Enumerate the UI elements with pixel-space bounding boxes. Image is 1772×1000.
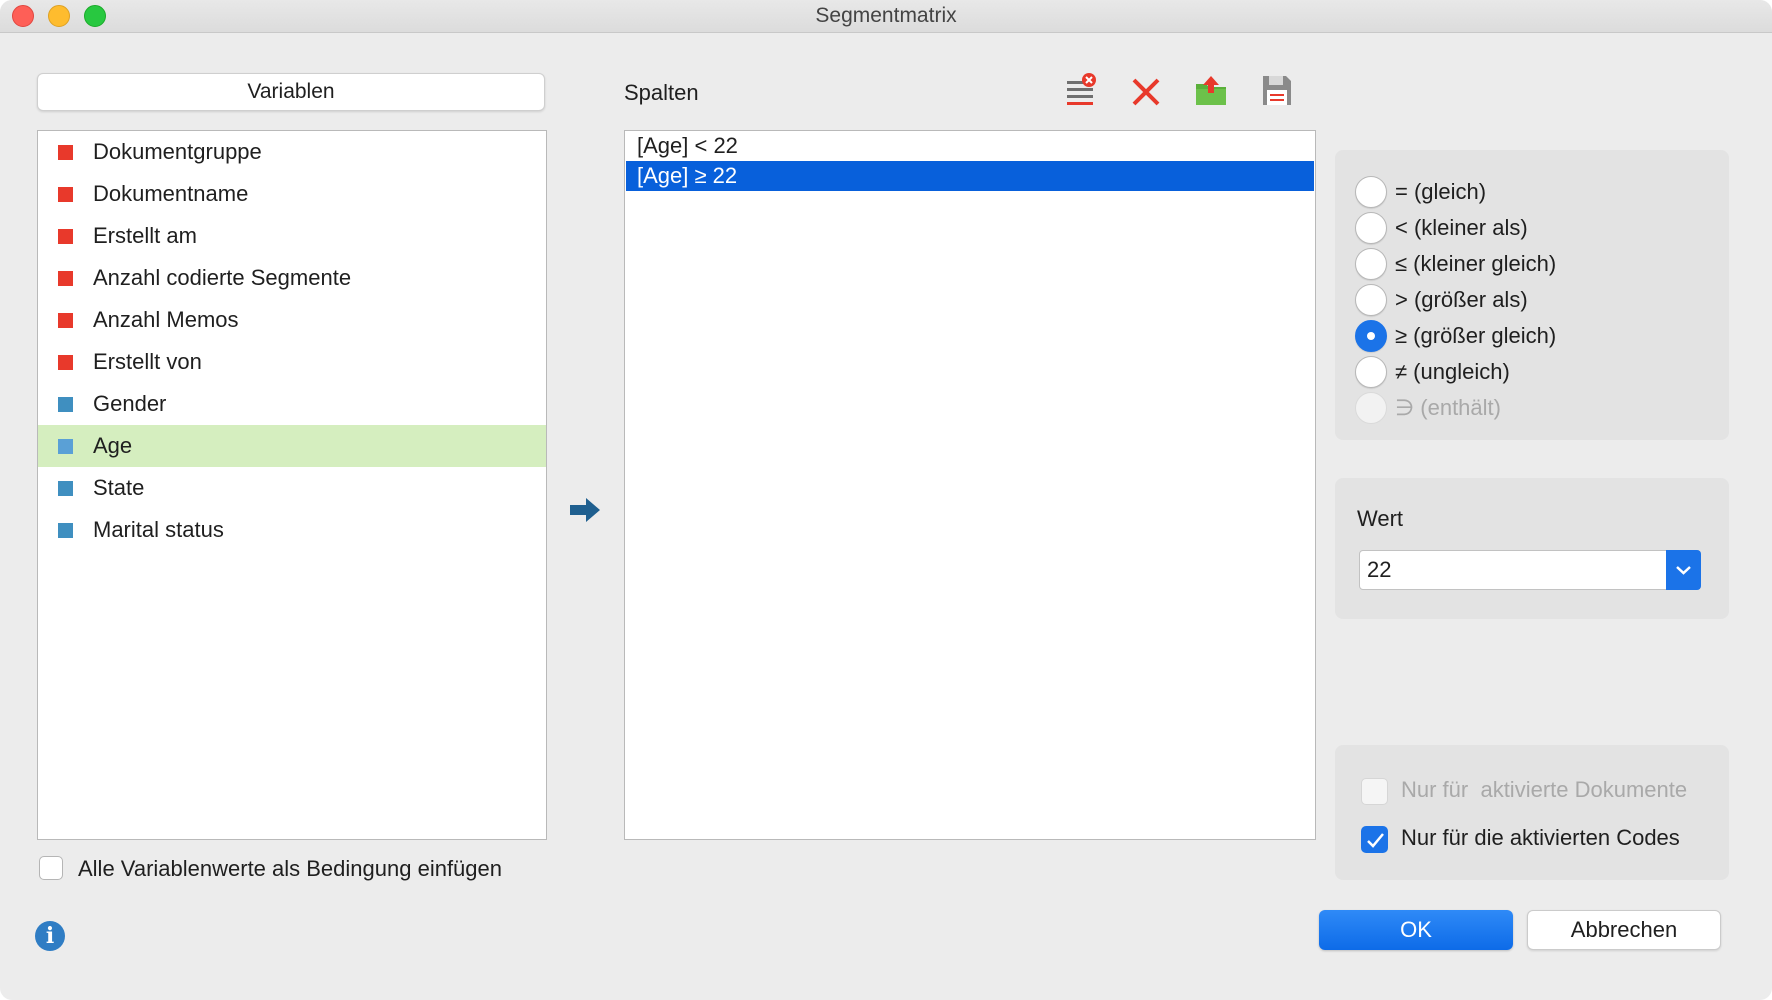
cancel-button[interactable]: Abbrechen: [1527, 910, 1721, 950]
operator-label: ∋ (enthält): [1395, 395, 1501, 420]
variable-color-swatch: [58, 397, 73, 412]
variable-label: Anzahl codierte Segmente: [93, 265, 352, 290]
operator-equal-radio[interactable]: [1355, 176, 1387, 208]
export-icon[interactable]: [1194, 72, 1228, 108]
value-panel: Wert 22: [1335, 478, 1729, 619]
variable-item[interactable]: Erstellt am: [38, 215, 546, 257]
segmentmatrix-dialog: Segmentmatrix Variablen Dokumentgruppe D…: [0, 0, 1772, 1000]
variable-item[interactable]: Anzahl codierte Segmente: [38, 257, 546, 299]
clear-list-icon[interactable]: [1064, 72, 1098, 108]
variable-label: Age: [93, 433, 133, 458]
variable-label: Gender: [93, 391, 167, 416]
operator-label: = (gleich): [1395, 179, 1487, 204]
variable-item[interactable]: Dokumentname: [38, 173, 546, 215]
variable-label: Marital status: [93, 517, 224, 542]
operator-not-equal-radio[interactable]: [1355, 356, 1387, 388]
only-activated-codes-label: Nur für die aktivierten Codes: [1401, 825, 1680, 850]
variables-list[interactable]: Dokumentgruppe Dokumentname Erstellt am …: [37, 130, 547, 840]
variable-color-swatch: [58, 481, 73, 496]
value-combobox[interactable]: 22: [1359, 550, 1701, 590]
columns-label: Spalten: [624, 80, 699, 105]
variable-label: Dokumentgruppe: [93, 139, 262, 164]
variable-label: Erstellt von: [93, 349, 202, 374]
variable-label: Dokumentname: [93, 181, 249, 206]
column-condition-item[interactable]: [Age] < 22: [626, 131, 1314, 161]
filter-panel: Nur für aktivierte Dokumente Nur für die…: [1335, 745, 1729, 880]
value-input[interactable]: 22: [1367, 551, 1391, 589]
variable-item[interactable]: Gender: [38, 383, 546, 425]
save-icon[interactable]: [1260, 72, 1294, 108]
variable-label: Anzahl Memos: [93, 307, 239, 332]
operator-label: ≠ (ungleich): [1395, 359, 1510, 384]
chevron-down-icon: [1676, 566, 1691, 575]
variable-color-swatch: [58, 145, 73, 160]
operator-label: ≥ (größer gleich): [1395, 323, 1557, 348]
variable-item[interactable]: Erstellt von: [38, 341, 546, 383]
value-dropdown-button[interactable]: [1666, 550, 1701, 590]
operator-greater-radio[interactable]: [1355, 284, 1387, 316]
operator-panel: = (gleich) < (kleiner als) ≤ (kleiner gl…: [1335, 150, 1729, 440]
variable-item-selected[interactable]: Age: [38, 425, 546, 467]
only-activated-documents-checkbox: [1361, 778, 1388, 805]
operator-contains-radio: [1355, 392, 1387, 424]
only-activated-codes-checkbox[interactable]: [1361, 826, 1388, 853]
delete-icon[interactable]: [1129, 72, 1163, 108]
variable-color-swatch: [58, 313, 73, 328]
variable-color-swatch: [58, 271, 73, 286]
variable-item[interactable]: Anzahl Memos: [38, 299, 546, 341]
insert-all-values-label: Alle Variablenwerte als Bedingung einfüg…: [78, 856, 502, 881]
variable-color-swatch: [58, 355, 73, 370]
add-to-columns-arrow-icon[interactable]: [570, 496, 602, 524]
variables-header-button[interactable]: Variablen: [37, 73, 545, 111]
operator-greater-equal-radio[interactable]: [1355, 320, 1387, 352]
variable-color-swatch: [58, 187, 73, 202]
insert-all-values-checkbox[interactable]: [39, 856, 63, 880]
variable-color-swatch: [58, 229, 73, 244]
variable-color-swatch: [58, 439, 73, 454]
operator-label: ≤ (kleiner gleich): [1395, 251, 1557, 276]
variable-item[interactable]: State: [38, 467, 546, 509]
columns-list[interactable]: [Age] < 22 [Age] ≥ 22: [624, 130, 1316, 840]
column-condition-item-selected[interactable]: [Age] ≥ 22: [626, 161, 1314, 191]
variable-item[interactable]: Dokumentgruppe: [38, 131, 546, 173]
variable-label: State: [93, 475, 145, 500]
variable-label: Erstellt am: [93, 223, 197, 248]
window-title: Segmentmatrix: [815, 4, 957, 27]
operator-less-radio[interactable]: [1355, 212, 1387, 244]
info-icon[interactable]: i: [35, 921, 65, 951]
operator-less-equal-radio[interactable]: [1355, 248, 1387, 280]
variable-color-swatch: [58, 523, 73, 538]
operator-label: > (größer als): [1395, 287, 1528, 312]
value-label: Wert: [1357, 506, 1404, 531]
title-bar: Segmentmatrix: [0, 0, 1772, 33]
checkmark-icon: [1367, 833, 1384, 848]
variable-item[interactable]: Marital status: [38, 509, 546, 551]
only-activated-documents-label: Nur für aktivierte Dokumente: [1401, 777, 1688, 802]
ok-button[interactable]: OK: [1319, 910, 1513, 950]
operator-label: < (kleiner als): [1395, 215, 1528, 240]
